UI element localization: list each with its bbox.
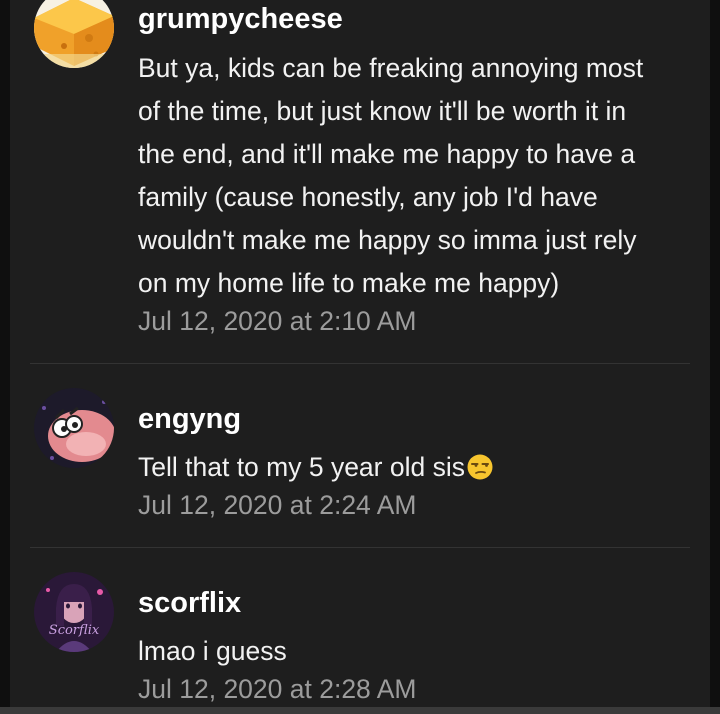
avatar-signature: Scorflix [49,623,100,638]
comment-body-line: of the time, but just know it'll be wort… [138,96,627,126]
comment-timestamp: Jul 12, 2020 at 2:24 AM [138,490,417,520]
comment-username[interactable]: scorflix [138,586,241,620]
comment-body-line: on my home life to make me happy) [138,268,560,298]
comment-body-line: Tell that to my 5 year old sis [138,446,698,489]
comment-body-line: the end, and it'll make me happy to have… [138,139,636,169]
comment-body-line: wouldn't make me happy so imma just rely [138,225,637,255]
comment-body-line: But ya, kids can be freaking annoying mo… [138,53,644,83]
comments-screen: grumpycheese But ya, kids can be freakin… [0,0,720,714]
cartoon-character-avatar-icon[interactable] [34,388,114,468]
comment-timestamp: Jul 12, 2020 at 2:28 AM [138,674,417,704]
comment-body: Tell that to my 5 year old sis [138,446,698,489]
comment-username[interactable]: grumpycheese [138,2,343,36]
cheese-avatar-icon[interactable] [34,0,114,68]
comment-divider [30,547,690,548]
comment-body: But ya, kids can be freaking annoying mo… [138,47,698,305]
comment-timestamp: Jul 12, 2020 at 2:10 AM [138,306,417,336]
comment-body-line: lmao i guess [138,636,287,666]
comment-body-line: family (cause honestly, any job I'd have [138,182,598,212]
comment-body-text: Tell that to my 5 year old sis [138,452,465,482]
girl-portrait-avatar-icon[interactable]: Scorflix [34,572,114,652]
comment-body: lmao i guess [138,630,698,673]
comment-divider [30,363,690,364]
bottom-edge-bar [0,707,720,714]
comment-username[interactable]: engyng [138,402,241,436]
comments-panel: grumpycheese But ya, kids can be freakin… [10,0,710,714]
unamused-face-emoji [467,454,493,480]
